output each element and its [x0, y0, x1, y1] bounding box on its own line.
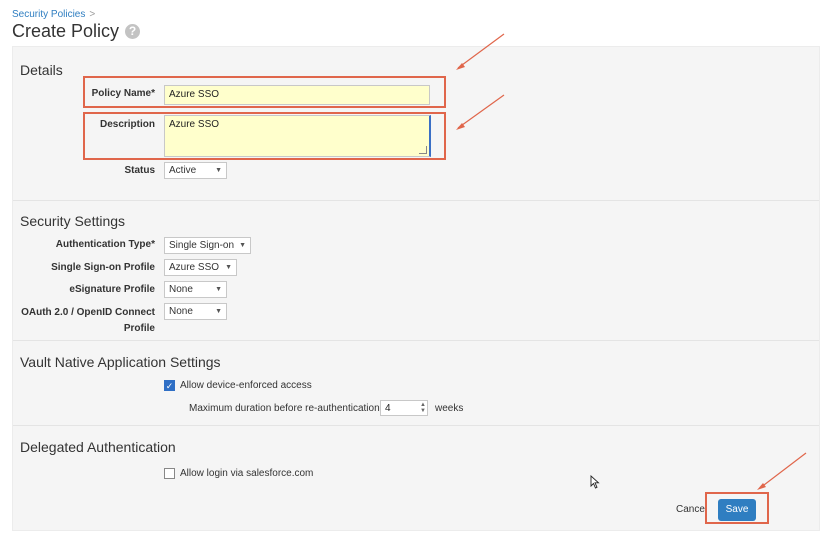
arrow-to-policy-name	[457, 33, 505, 69]
arrow-to-save	[759, 452, 807, 489]
arrow-to-description	[457, 94, 505, 129]
annotation-arrows	[456, 33, 807, 490]
create-policy-page: Security Policies > Create Policy ? Detai…	[0, 0, 820, 558]
